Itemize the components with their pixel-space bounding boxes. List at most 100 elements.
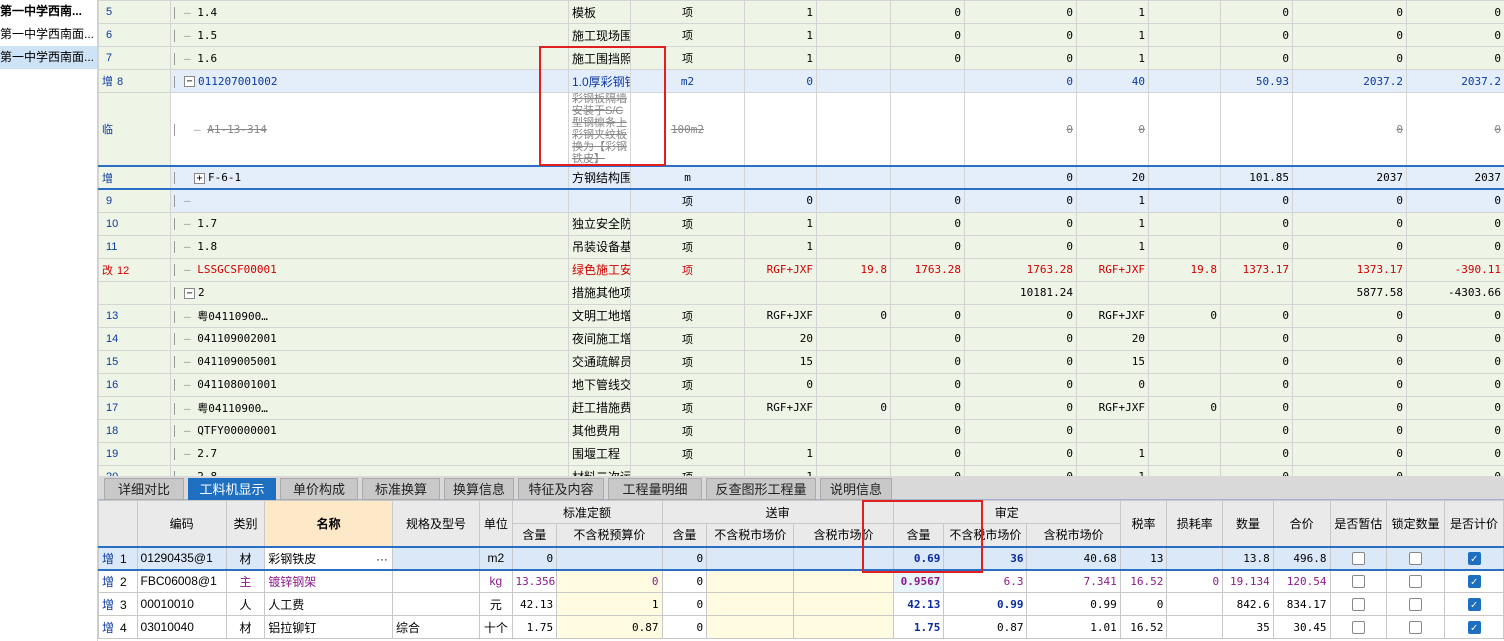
total[interactable]: 120.54 xyxy=(1272,569,1331,593)
value-cell[interactable]: 0 xyxy=(1076,92,1149,167)
material-code[interactable]: 00010010 xyxy=(136,592,227,616)
aud-qty[interactable]: 0.9567 xyxy=(892,569,945,593)
item-name[interactable]: 吊装设备基础 xyxy=(568,234,631,259)
value-cell[interactable]: 0 xyxy=(1406,395,1504,420)
grid-row[interactable]: 7— 1.6施工围挡照明项1001000 xyxy=(98,46,1504,70)
item-unit[interactable]: 项 xyxy=(630,211,745,236)
material-type[interactable]: 人 xyxy=(225,592,266,616)
value-cell[interactable]: 0 xyxy=(890,23,965,47)
value-cell[interactable]: 0 xyxy=(1292,349,1407,374)
col-unit[interactable]: 单位 xyxy=(479,500,513,547)
item-name[interactable]: 文明工地增加费 xyxy=(568,303,631,328)
value-cell[interactable]: 0 xyxy=(890,188,965,213)
value-cell[interactable]: 0 xyxy=(964,23,1077,47)
value-cell[interactable]: 15 xyxy=(1076,349,1149,374)
row-number[interactable]: 增4 xyxy=(98,615,138,639)
value-cell[interactable]: 0 xyxy=(1220,303,1293,328)
item-name[interactable]: 其他费用 xyxy=(568,418,631,443)
tab-description[interactable]: 说明信息 xyxy=(820,478,892,500)
item-name[interactable] xyxy=(568,188,631,213)
value-cell[interactable]: 0 xyxy=(964,372,1077,397)
item-name[interactable]: 地下管线交叉降效费 xyxy=(568,372,631,397)
value-cell[interactable] xyxy=(744,92,817,167)
sub-qty[interactable]: 0 xyxy=(661,615,708,639)
expand-icon[interactable]: + xyxy=(194,172,205,184)
sub-notax[interactable] xyxy=(706,545,795,571)
row-number[interactable]: 增1 xyxy=(98,545,138,571)
lock-qty-checkbox[interactable] xyxy=(1409,597,1423,611)
value-cell[interactable]: 0 xyxy=(964,211,1077,236)
lock-qty-checkbox[interactable] xyxy=(1409,551,1423,565)
item-code-cell[interactable]: — 041109005001 xyxy=(170,349,569,374)
value-cell[interactable]: 20 xyxy=(744,326,817,351)
grid-row[interactable]: 18— QTFY00000001 其他费用项 0 0 0 0 0 xyxy=(98,418,1504,443)
item-code-cell[interactable]: — 1.5 xyxy=(170,23,569,47)
value-cell[interactable]: 0 xyxy=(816,303,891,328)
col-name[interactable]: 名称 xyxy=(264,500,393,547)
item-code-cell[interactable]: — QTFY00000001 xyxy=(170,418,569,443)
value-cell[interactable]: 0 xyxy=(890,395,965,420)
col-is-priced[interactable]: 是否计价 xyxy=(1444,500,1504,547)
value-cell[interactable]: 0 xyxy=(1220,211,1293,236)
item-name[interactable]: 模板 xyxy=(568,0,631,24)
loss-rate[interactable] xyxy=(1166,545,1224,571)
value-cell[interactable]: 0 xyxy=(1292,92,1407,167)
value-cell[interactable]: 0 xyxy=(1406,372,1504,397)
item-code-cell[interactable]: — 041108001001 xyxy=(170,372,569,397)
col-tax-rate[interactable]: 税率 xyxy=(1119,500,1168,547)
item-code-cell[interactable]: + F-6-1 xyxy=(170,165,569,190)
value-cell[interactable]: 0 xyxy=(1406,92,1504,167)
material-unit[interactable]: 元 xyxy=(479,592,513,616)
value-cell[interactable] xyxy=(890,165,965,190)
item-unit[interactable]: 项 xyxy=(630,46,745,70)
item-name[interactable]: 1.0厚彩钢铁皮2米高围挡，钢架30*30*1 xyxy=(568,69,631,93)
grid-row[interactable]: 10— 1.7独立安全防护挡板项1001000 xyxy=(98,211,1504,236)
value-cell[interactable]: 1 xyxy=(744,441,817,466)
material-row[interactable]: 增 2 FBC06008@1 主镀锌钢架 kg 13.356 0 0 0.9567 6.3 7.34… xyxy=(98,569,1504,593)
value-cell[interactable]: 0 xyxy=(1406,46,1504,70)
value-cell[interactable] xyxy=(816,234,891,259)
item-name[interactable]: 围堰工程 xyxy=(568,441,631,466)
loss-rate[interactable] xyxy=(1166,615,1224,639)
item-code-cell[interactable]: — 1.7 xyxy=(170,211,569,236)
value-cell[interactable]: 0 xyxy=(1292,0,1407,24)
col-aud-tax[interactable]: 含税市场价 xyxy=(1026,523,1121,547)
item-name[interactable]: 施工现场围挡和临时占地围挡 xyxy=(568,23,631,47)
value-cell[interactable]: 1373.17 xyxy=(1220,257,1293,282)
value-cell[interactable]: 1 xyxy=(1076,23,1149,47)
value-cell[interactable] xyxy=(816,441,891,466)
total[interactable]: 496.8 xyxy=(1272,545,1331,571)
aud-notax[interactable]: 0.99 xyxy=(943,592,1028,616)
item-unit[interactable] xyxy=(630,280,745,305)
value-cell[interactable] xyxy=(1148,165,1221,190)
value-cell[interactable]: 2037.2 xyxy=(1406,69,1504,93)
value-cell[interactable]: 0 xyxy=(744,188,817,213)
material-spec[interactable] xyxy=(391,545,481,571)
value-cell[interactable] xyxy=(1148,280,1221,305)
sub-qty[interactable]: 0 xyxy=(661,569,708,593)
sub-tax[interactable] xyxy=(793,592,894,616)
value-cell[interactable]: 20 xyxy=(1076,165,1149,190)
tab-labor-material[interactable]: 工料机显示 xyxy=(188,478,276,500)
value-cell[interactable]: 0 xyxy=(1406,234,1504,259)
value-cell[interactable]: 1 xyxy=(1076,0,1149,24)
material-code[interactable]: 01290435@1 xyxy=(136,545,227,571)
value-cell[interactable] xyxy=(1148,188,1221,213)
sub-tax[interactable] xyxy=(793,545,894,571)
value-cell[interactable]: RGF+JXF xyxy=(744,257,817,282)
col-aud-notax[interactable]: 不含税市场价 xyxy=(943,523,1028,547)
value-cell[interactable]: 0 xyxy=(1220,46,1293,70)
value-cell[interactable]: 0 xyxy=(964,165,1077,190)
grid-row[interactable]: 9— 项0001000 xyxy=(98,188,1504,213)
tab-features[interactable]: 特征及内容 xyxy=(518,478,604,500)
value-cell[interactable]: 0 xyxy=(744,372,817,397)
value-cell[interactable]: 2037.2 xyxy=(1292,69,1407,93)
value-cell[interactable]: 0 xyxy=(964,441,1077,466)
value-cell[interactable] xyxy=(1148,0,1221,24)
quantity[interactable]: 13.8 xyxy=(1222,545,1274,571)
value-cell[interactable]: 0 xyxy=(1406,303,1504,328)
col-quantity[interactable]: 数量 xyxy=(1222,500,1274,547)
lock-qty-checkbox[interactable] xyxy=(1409,620,1423,634)
value-cell[interactable] xyxy=(816,69,891,93)
item-name[interactable]: 夜间施工增加费 xyxy=(568,326,631,351)
